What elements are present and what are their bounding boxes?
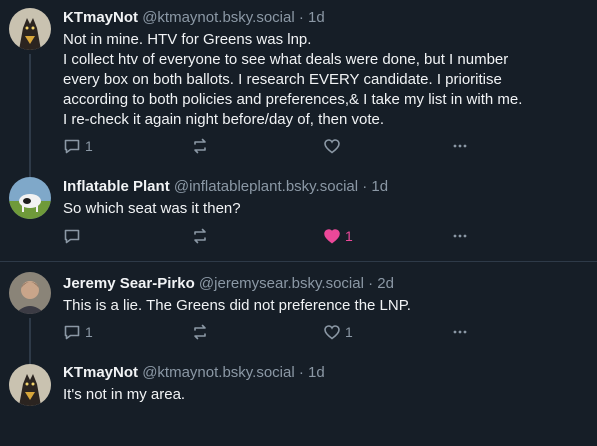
handle[interactable]: @ktmaynot.bsky.social: [142, 364, 295, 381]
repost-icon: [191, 323, 209, 341]
display-name[interactable]: Jeremy Sear-Pirko: [63, 275, 195, 292]
post-header: KTmayNot @ktmaynot.bsky.social · 1d: [63, 363, 585, 383]
like-icon: [323, 227, 341, 245]
like-icon: [323, 137, 341, 155]
like-icon: [323, 323, 341, 341]
avatar[interactable]: [9, 177, 51, 219]
post-line: Not in mine. HTV for Greens was lnp.: [63, 31, 312, 48]
thread-line: [29, 54, 31, 165]
like-button[interactable]: [323, 137, 345, 155]
avatar[interactable]: [9, 272, 51, 314]
more-options-button[interactable]: [451, 323, 469, 341]
separator-dot: ·: [362, 178, 368, 195]
repost-button[interactable]: [191, 323, 213, 341]
post-text: This is a lie. The Greens did not prefer…: [63, 296, 585, 316]
post-text: So which seat was it then?: [63, 199, 585, 219]
post-inflatable-plant[interactable]: Inflatable Plant @inflatableplant.bsky.s…: [0, 165, 597, 261]
post-ktmaynot-2[interactable]: KTmayNot @ktmaynot.bsky.social · 1d It's…: [0, 352, 597, 446]
timestamp[interactable]: 1d: [308, 9, 325, 26]
thread-feed: KTmayNot @ktmaynot.bsky.social · 1d Not …: [0, 0, 597, 446]
post-line: It's not in my area.: [63, 386, 186, 403]
more-icon: [451, 227, 469, 245]
reply-button[interactable]: 1: [63, 137, 93, 155]
display-name[interactable]: KTmayNot: [63, 364, 138, 381]
repost-button[interactable]: [191, 227, 213, 245]
reply-count: 1: [85, 138, 93, 154]
thread-line: [29, 352, 31, 364]
timestamp[interactable]: 1d: [308, 364, 325, 381]
post-line: I collect htv of everyone to see what de…: [63, 51, 509, 68]
post-line: I re-check it again night before/day of,…: [63, 111, 385, 128]
reply-icon: [63, 137, 81, 155]
like-button[interactable]: 1: [323, 323, 353, 341]
handle[interactable]: @inflatableplant.bsky.social: [174, 178, 358, 195]
repost-icon: [191, 227, 209, 245]
avatar[interactable]: [9, 8, 51, 50]
more-options-button[interactable]: [451, 227, 469, 245]
post-text: It's not in my area.: [63, 385, 585, 405]
like-count: 1: [345, 324, 353, 340]
timestamp[interactable]: 2d: [377, 275, 394, 292]
post-actions: 1: [63, 227, 483, 247]
thread-line: [29, 165, 31, 177]
reply-count: 1: [85, 324, 93, 340]
post-line: So which seat was it then?: [63, 200, 241, 217]
post-header: KTmayNot @ktmaynot.bsky.social · 1d: [63, 8, 585, 28]
display-name[interactable]: Inflatable Plant: [63, 178, 170, 195]
post-header: Jeremy Sear-Pirko @jeremysear.bsky.socia…: [63, 274, 585, 294]
reply-icon: [63, 323, 81, 341]
post-text: Not in mine. HTV for Greens was lnp. I c…: [63, 30, 585, 130]
more-options-button[interactable]: [451, 137, 469, 155]
post-header: Inflatable Plant @inflatableplant.bsky.s…: [63, 177, 585, 197]
more-icon: [451, 137, 469, 155]
like-count: 1: [345, 228, 353, 244]
thread-line: [29, 318, 31, 352]
post-actions: 1: [63, 137, 483, 157]
timestamp[interactable]: 1d: [371, 178, 388, 195]
post-line: every box on both ballots. I research EV…: [63, 71, 502, 88]
post-line: This is a lie. The Greens did not prefer…: [63, 297, 411, 314]
reply-button[interactable]: [63, 227, 85, 245]
handle[interactable]: @jeremysear.bsky.social: [199, 275, 364, 292]
separator-dot: ·: [368, 275, 374, 292]
post-ktmaynot-1[interactable]: KTmayNot @ktmaynot.bsky.social · 1d Not …: [0, 0, 597, 165]
repost-icon: [191, 137, 209, 155]
more-icon: [451, 323, 469, 341]
display-name[interactable]: KTmayNot: [63, 9, 138, 26]
avatar[interactable]: [9, 364, 51, 406]
repost-button[interactable]: [191, 137, 213, 155]
like-button[interactable]: 1: [323, 227, 353, 245]
reply-button[interactable]: 1: [63, 323, 93, 341]
handle[interactable]: @ktmaynot.bsky.social: [142, 9, 295, 26]
post-jeremy-sear-pirko[interactable]: Jeremy Sear-Pirko @jeremysear.bsky.socia…: [0, 262, 597, 352]
post-line: according to both policies and preferenc…: [63, 91, 523, 108]
reply-icon: [63, 227, 81, 245]
post-actions: 1 1: [63, 323, 483, 343]
separator-dot: ·: [298, 9, 304, 26]
separator-dot: ·: [298, 364, 304, 381]
